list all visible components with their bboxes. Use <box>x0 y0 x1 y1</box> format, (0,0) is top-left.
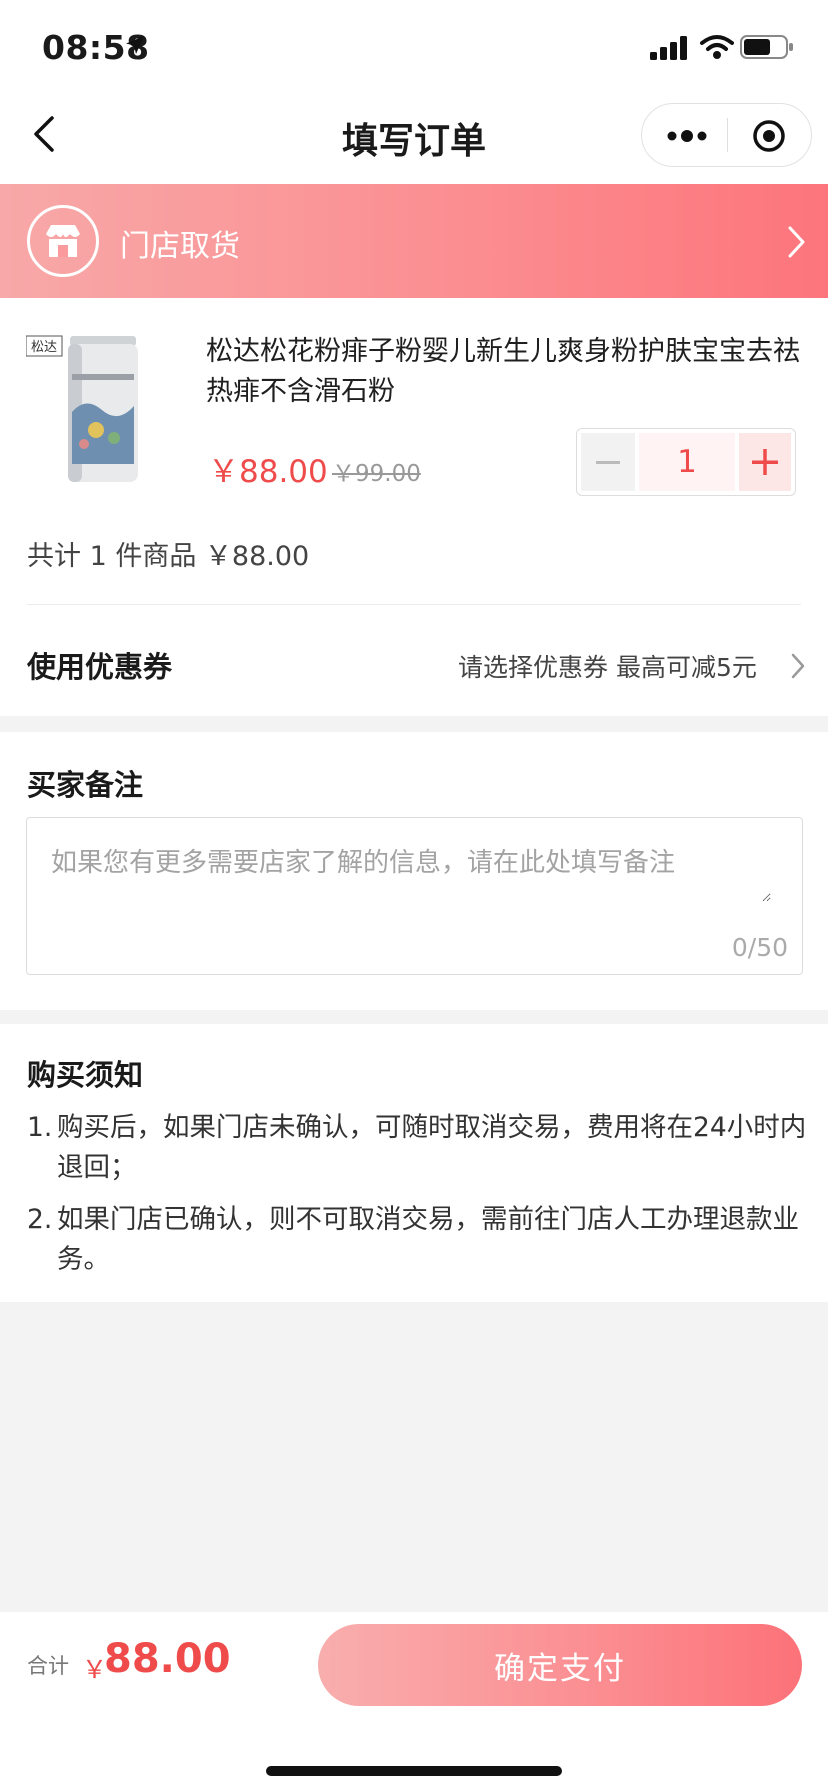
notice-title: 购买须知 <box>27 1058 144 1092</box>
product-price: ￥88.00 <box>208 454 328 490</box>
decrease-button[interactable] <box>581 433 635 491</box>
store-icon <box>27 205 99 277</box>
remark-input[interactable] <box>51 842 771 902</box>
original-price: ￥99.00 <box>332 461 421 487</box>
coupon-row[interactable]: 使用优惠券 请选择优惠券 最高可减5元 <box>0 614 828 714</box>
notice-item: 1. 购买后，如果门店未确认，可随时取消交易，费用将在24小时内退回； <box>27 1108 806 1188</box>
notice-number: 2. <box>27 1204 53 1235</box>
battery-icon <box>740 35 793 59</box>
total-label: 合计 <box>27 1654 69 1678</box>
more-dots-icon[interactable] <box>666 126 708 146</box>
section-divider <box>27 604 801 605</box>
quantity-value[interactable]: 1 <box>639 433 735 491</box>
item-total: 共计 1 件商品 ￥88.00 <box>27 541 310 572</box>
coupon-value: 请选择优惠券 最高可减5元 <box>458 653 757 682</box>
signal-icon <box>650 36 687 60</box>
minus-icon <box>596 461 620 464</box>
store-pickup-banner[interactable]: 门店取货 <box>0 184 828 298</box>
product-brand-text: 松达 <box>31 340 57 355</box>
header: 08:58 填写订单 <box>0 0 828 184</box>
remark-title: 买家备注 <box>27 768 144 802</box>
target-circle-icon[interactable] <box>752 119 786 153</box>
notice-text: 如果门店已确认，则不可取消交易，需前往门店人工办理退款业务。 <box>57 1204 799 1275</box>
chevron-right-icon <box>791 653 805 679</box>
notice-text: 购买后，如果门店未确认，可随时取消交易，费用将在24小时内退回； <box>57 1112 807 1183</box>
home-indicator <box>266 1766 562 1776</box>
confirm-pay-button[interactable]: 确定支付 <box>318 1624 802 1706</box>
char-counter: 0/50 <box>731 933 788 962</box>
notice-section: 购买须知 1. 购买后，如果门店未确认，可随时取消交易，费用将在24小时内退回；… <box>0 1024 828 1302</box>
product-image: 松达 <box>25 334 146 484</box>
remark-box: 0/50 <box>26 817 803 975</box>
mini-program-capsule <box>641 103 812 167</box>
order-item-section: 松达 松达松花粉痱子粉婴儿新生儿爽身粉护肤宝宝去祛热痱不含滑石粉 ￥88.00 … <box>0 298 828 716</box>
location-arrow-icon <box>126 36 144 54</box>
coupon-label: 使用优惠券 <box>27 650 173 684</box>
pickup-label: 门店取货 <box>120 229 240 264</box>
notice-item: 2. 如果门店已确认，则不可取消交易，需前往门店人工办理退款业务。 <box>27 1200 799 1280</box>
remark-section: 买家备注 0/50 <box>0 732 828 1010</box>
checkout-bar: 合计 ￥ 88.00 确定支付 <box>0 1612 828 1792</box>
increase-button[interactable] <box>739 433 791 491</box>
wifi-icon <box>700 35 734 59</box>
capsule-divider <box>727 118 728 152</box>
chevron-right-icon <box>788 226 805 258</box>
product-title[interactable]: 松达松花粉痱子粉婴儿新生儿爽身粉护肤宝宝去祛热痱不含滑石粉 <box>206 332 806 412</box>
total-amount: 88.00 <box>104 1636 231 1682</box>
notice-number: 1. <box>27 1112 53 1143</box>
quantity-stepper: 1 <box>576 428 796 496</box>
plus-icon <box>752 449 778 475</box>
